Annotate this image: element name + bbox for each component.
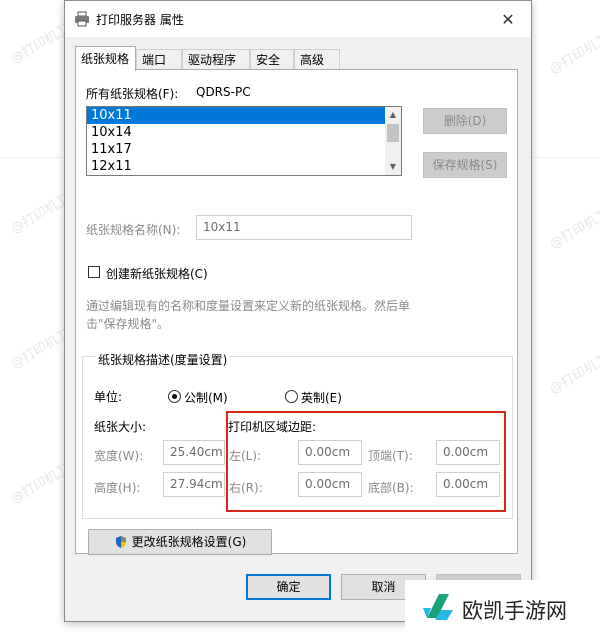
watermark: @打印机卫士	[547, 345, 600, 398]
tab-forms[interactable]: 纸张规格	[75, 46, 136, 71]
close-icon: ✕	[501, 9, 515, 29]
list-item[interactable]: 11x17	[87, 141, 387, 158]
watermark: @打印机卫士	[547, 200, 600, 253]
change-form-settings-button[interactable]: 更改纸张规格设置(G)	[88, 529, 272, 555]
height-input[interactable]: 27.94cm	[163, 472, 225, 497]
metric-radio[interactable]	[168, 390, 181, 403]
highlight-box	[226, 411, 506, 512]
list-item[interactable]: 10x11	[87, 107, 387, 124]
units-label: 单位:	[94, 390, 123, 404]
delete-button[interactable]: 删除(D)	[423, 108, 507, 134]
english-radio[interactable]	[285, 390, 298, 403]
help-text-line2: 击"保存规格"。	[86, 317, 170, 331]
scroll-up-icon[interactable]: ▲	[385, 107, 401, 123]
tab-advanced[interactable]: 高级	[294, 49, 340, 70]
list-item[interactable]: 12x11	[87, 158, 387, 175]
listbox-scrollbar[interactable]: ▲ ▼	[385, 107, 401, 175]
site-brand: 欧凯手游网	[405, 580, 600, 634]
create-new-form-checkbox[interactable]	[88, 266, 100, 278]
close-button[interactable]: ✕	[485, 1, 531, 37]
metric-label[interactable]: 公制(M)	[184, 389, 228, 406]
create-new-form-label[interactable]: 创建新纸张规格(C)	[106, 265, 208, 282]
tab-ports[interactable]: 端口	[136, 49, 182, 70]
forms-listbox[interactable]: 10x11 10x14 11x17 12x11 ▲ ▼	[86, 106, 402, 176]
measurements-group-title: 纸张规格描述(度量设置)	[96, 351, 230, 368]
tab-drivers[interactable]: 驱动程序	[182, 49, 250, 70]
list-item[interactable]: 10x14	[87, 124, 387, 141]
ok-button[interactable]: 确定	[246, 574, 331, 600]
form-name-label: 纸张规格名称(N):	[86, 223, 181, 237]
english-label[interactable]: 英制(E)	[301, 389, 342, 406]
window-title: 打印服务器 属性	[96, 13, 184, 27]
title-bar: 打印服务器 属性 ✕	[65, 1, 531, 37]
uac-shield-icon	[115, 536, 126, 548]
server-name: QDRS-PC	[196, 85, 251, 99]
save-form-button[interactable]: 保存规格(S)	[423, 152, 507, 178]
print-server-properties-dialog: 打印服务器 属性 ✕ 纸张规格 端口 驱动程序 安全 高级 所有纸张规格(F):…	[64, 0, 532, 622]
scroll-down-icon[interactable]: ▼	[385, 159, 401, 175]
brand-logo-icon	[423, 594, 453, 620]
scroll-thumb[interactable]	[387, 124, 399, 142]
height-label: 高度(H):	[94, 481, 141, 495]
change-form-settings-label: 更改纸张规格设置(G)	[131, 535, 247, 549]
printer-icon	[75, 11, 89, 27]
watermark: @打印机卫士	[547, 25, 600, 78]
tab-security[interactable]: 安全	[250, 49, 294, 70]
form-name-input[interactable]: 10x11	[196, 215, 412, 240]
brand-name: 欧凯手游网	[462, 599, 567, 623]
all-forms-label: 所有纸张规格(F):	[86, 87, 179, 101]
help-text-line1: 通过编辑现有的名称和度量设置来定义新的纸张规格。然后单	[86, 299, 411, 313]
width-label: 宽度(W):	[94, 449, 144, 463]
width-input[interactable]: 25.40cm	[163, 440, 225, 465]
paper-size-label: 纸张大小:	[94, 420, 147, 434]
